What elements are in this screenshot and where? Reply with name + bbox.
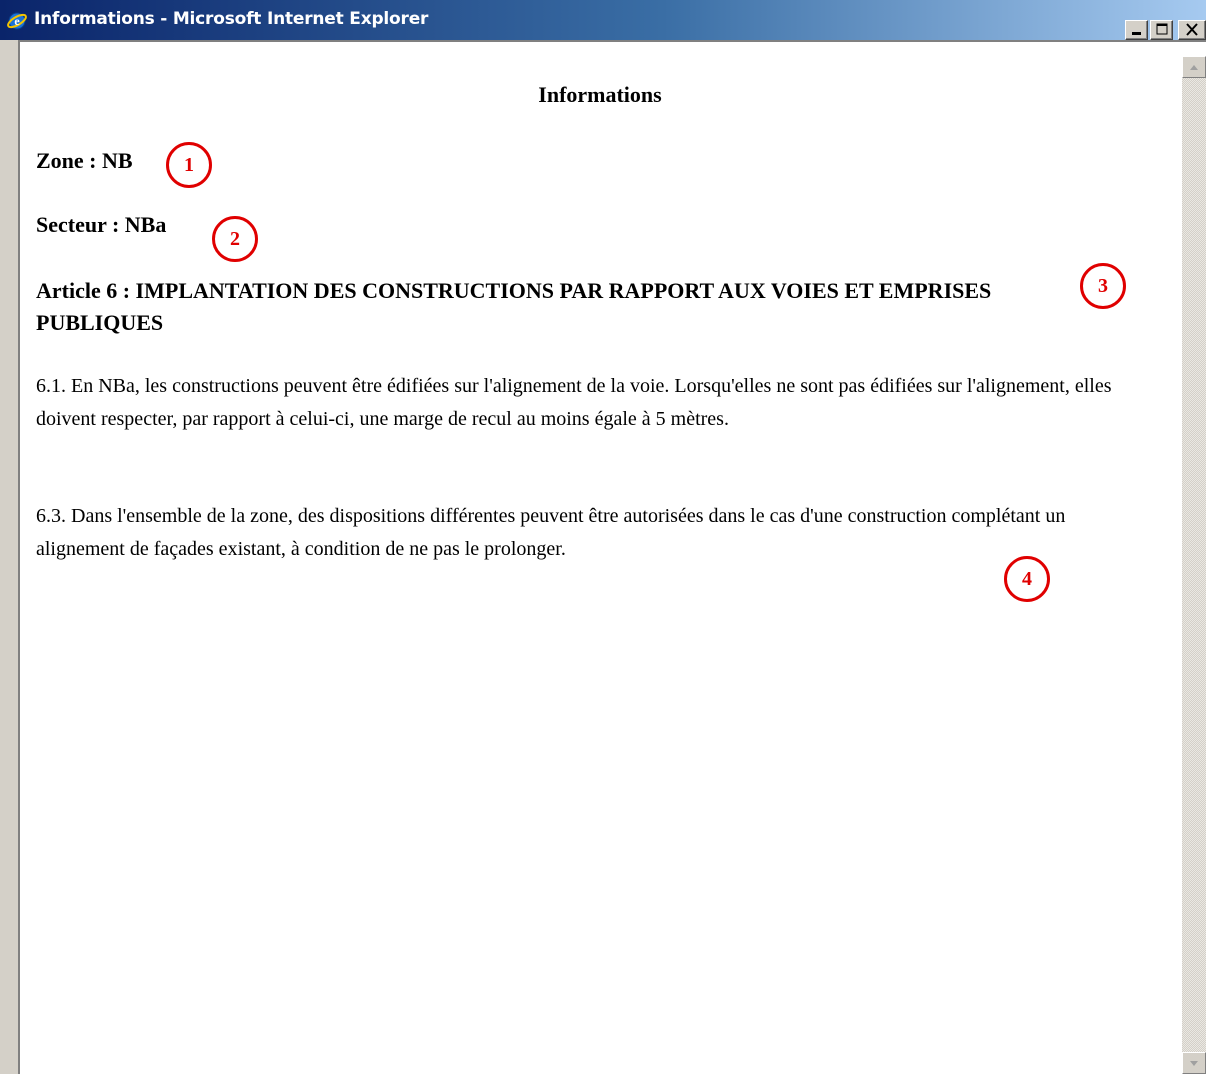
zone-label: Zone : NB (36, 148, 133, 173)
title-bar[interactable]: e Informations - Microsoft Internet Expl… (0, 0, 1206, 40)
secteur-label: Secteur : NBa (36, 212, 167, 237)
maximize-icon (1156, 23, 1168, 35)
svg-text:e: e (14, 14, 20, 28)
annotation-marker-4: 4 (1004, 556, 1050, 602)
page-title: Informations (538, 82, 662, 107)
minimize-icon (1132, 32, 1141, 35)
close-icon (1186, 23, 1198, 36)
internet-explorer-icon[interactable]: e (6, 10, 28, 32)
minimize-button[interactable] (1125, 20, 1148, 40)
scroll-down-arrow-icon (1190, 1061, 1198, 1066)
annotation-marker-3: 3 (1080, 263, 1126, 309)
close-button[interactable] (1178, 20, 1206, 40)
article-heading: Article 6 : IMPLANTATION DES CONSTRUCTIO… (36, 278, 992, 335)
scroll-down-button[interactable] (1182, 1052, 1206, 1074)
vertical-scrollbar[interactable] (1182, 56, 1206, 1074)
scroll-up-button[interactable] (1182, 56, 1206, 78)
browser-client-area: Informations Zone : NB Secteur : NBa Art… (18, 40, 1206, 1074)
ie-window: e Informations - Microsoft Internet Expl… (0, 0, 1206, 1074)
article-paragraph-6-3: 6.3. Dans l'ensemble de la zone, des dis… (36, 505, 1066, 560)
annotation-marker-2: 2 (212, 216, 258, 262)
page-content: Informations Zone : NB Secteur : NBa Art… (20, 42, 1180, 1074)
scroll-up-arrow-icon (1190, 65, 1198, 70)
annotation-marker-1: 1 (166, 142, 212, 188)
article-paragraph-6-1: 6.1. En NBa, les constructions peuvent ê… (36, 375, 1112, 430)
maximize-button[interactable] (1150, 20, 1173, 40)
window-title: Informations - Microsoft Internet Explor… (34, 9, 429, 29)
